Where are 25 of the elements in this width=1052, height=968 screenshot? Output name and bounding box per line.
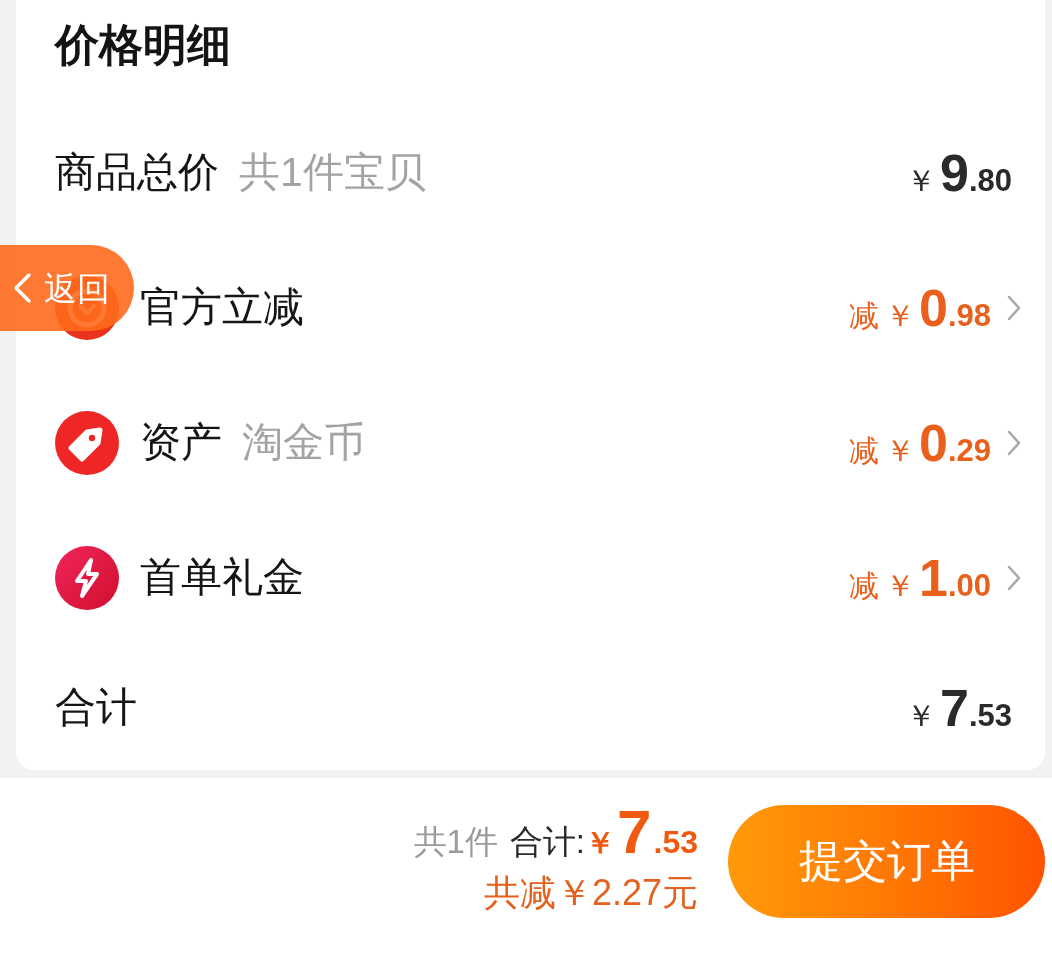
- price-tag-icon: [55, 410, 119, 475]
- row-label: 商品总价: [55, 152, 219, 193]
- row-note: 淘金币: [242, 422, 365, 463]
- subtotal-price: ￥9.80: [905, 146, 1012, 199]
- discount-amount: 减 ￥0.98: [848, 281, 991, 334]
- item-count: 共1件: [413, 825, 498, 858]
- chevron-right-icon[interactable]: [1007, 294, 1021, 321]
- row-label: 资产: [140, 422, 222, 463]
- discount-amount: 减 ￥0.29: [848, 416, 991, 469]
- lightning-icon: [55, 545, 119, 610]
- chevron-right-icon[interactable]: [1007, 564, 1021, 591]
- chevron-right-icon[interactable]: [1007, 429, 1021, 456]
- row-label: 首单礼金: [140, 557, 304, 598]
- row-label: 官方立减: [140, 287, 304, 328]
- submit-order-button[interactable]: 提交订单: [728, 804, 1045, 918]
- discount-amount: 减 ￥1.00: [848, 551, 991, 604]
- row-label: 合计: [55, 687, 137, 728]
- total-label: 合计:: [509, 825, 586, 858]
- savings-text: 共减￥2.27元: [483, 875, 698, 911]
- section-title: 价格明细: [55, 23, 231, 67]
- back-button[interactable]: 返回: [0, 245, 134, 331]
- total-price: ￥7.53: [905, 681, 1012, 734]
- row-note: 共1件宝贝: [239, 152, 426, 193]
- order-total-price: ￥7.53: [585, 801, 698, 863]
- chevron-left-icon: [12, 272, 32, 304]
